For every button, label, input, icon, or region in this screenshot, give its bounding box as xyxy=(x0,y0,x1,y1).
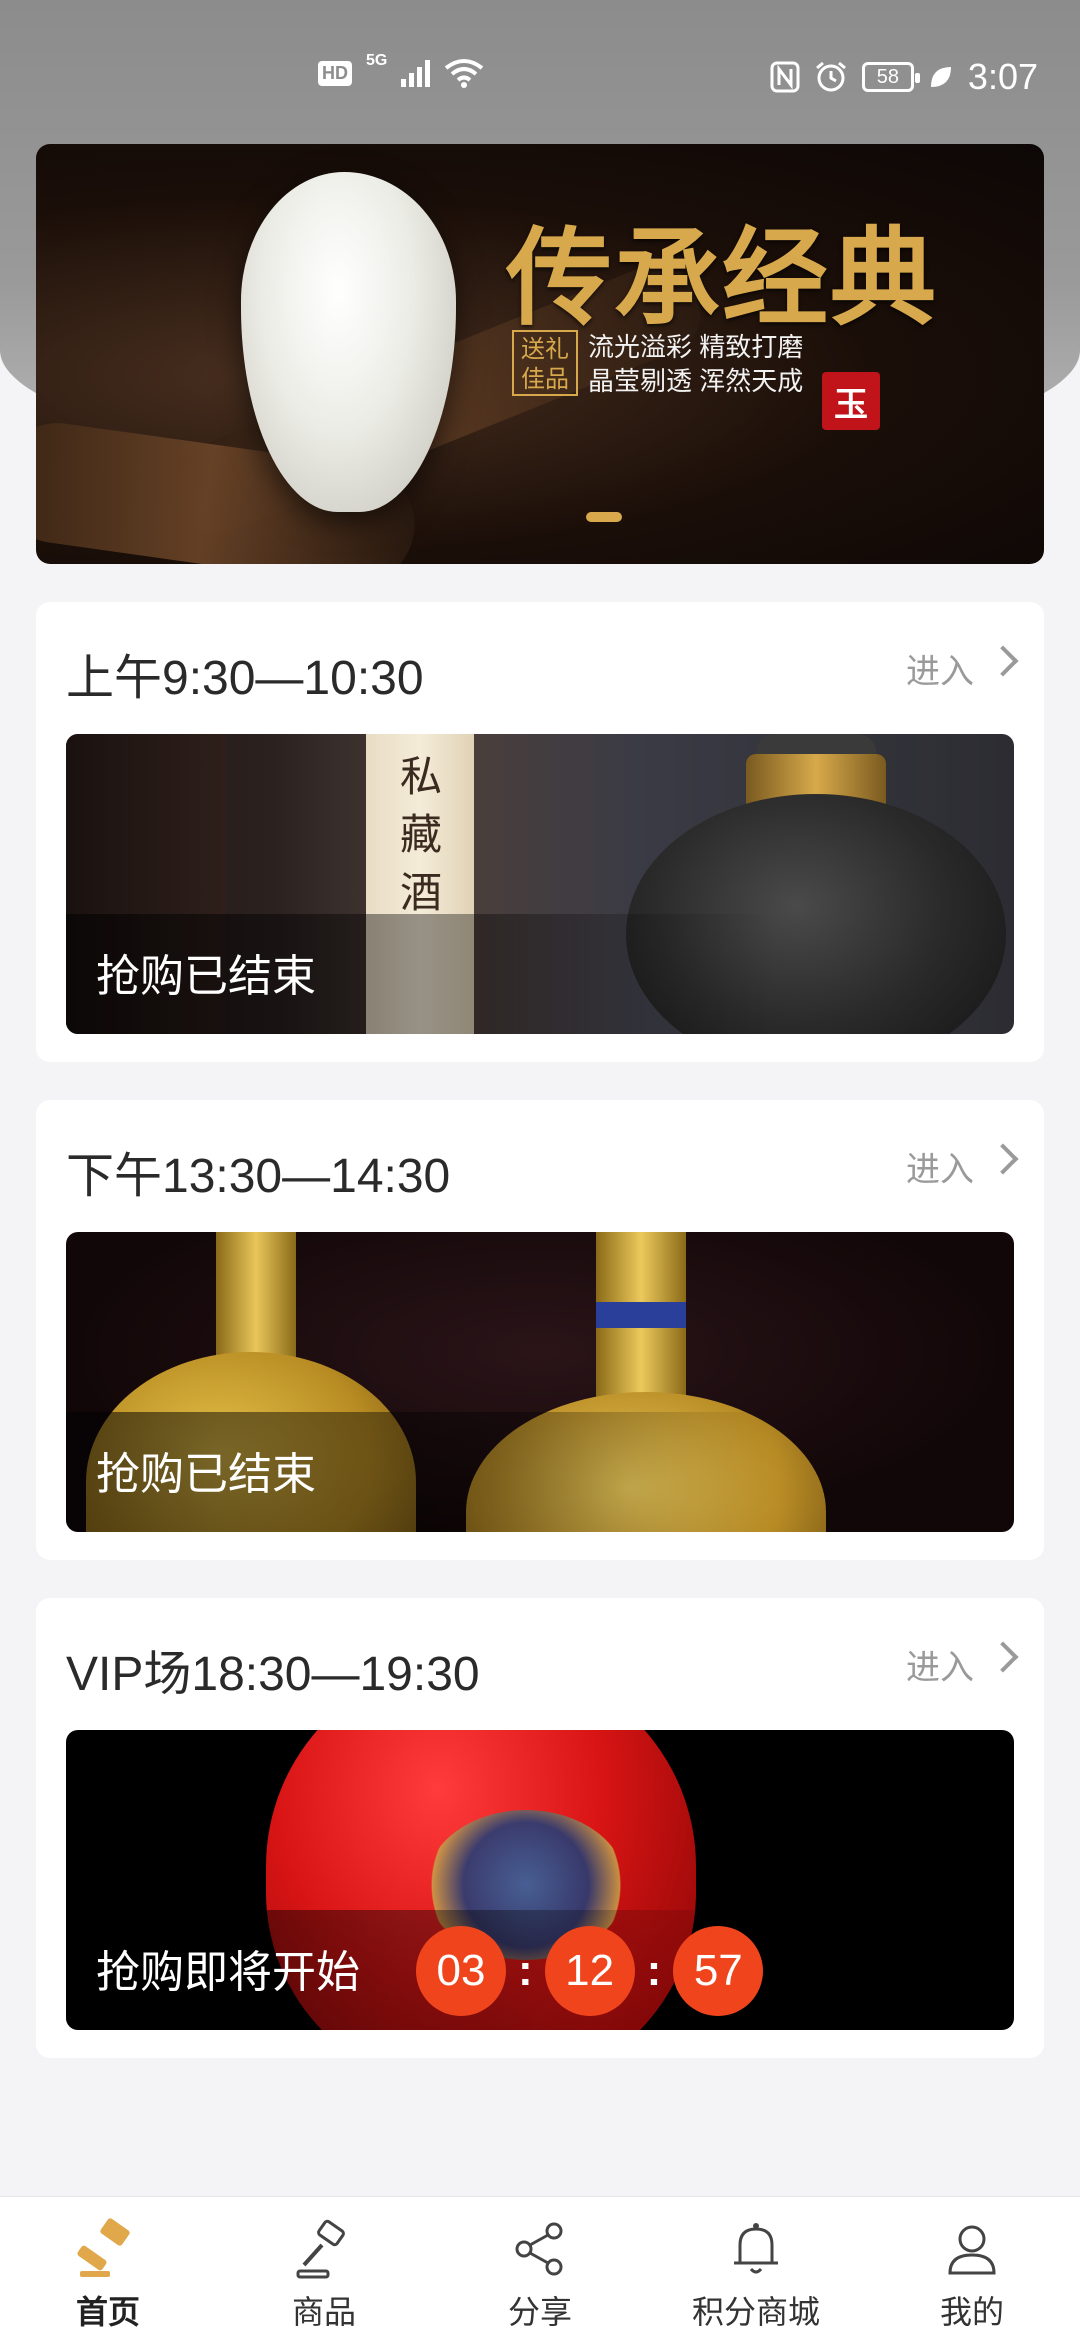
session-title: 上午9:30—10:30 xyxy=(66,652,424,705)
countdown-separator: : xyxy=(646,1946,662,1995)
countdown-seconds: 57 xyxy=(673,1926,764,2016)
nav-mine[interactable]: 我的 xyxy=(864,2197,1080,2340)
clock: 3:07 xyxy=(967,56,1038,97)
session-title: VIP场18:30—19:30 xyxy=(66,1648,480,1701)
carousel-indicator xyxy=(586,512,622,522)
status-right: 58 3:07 xyxy=(770,56,1038,98)
status-bar: HD 5G 58 3:07 xyxy=(0,0,1080,120)
bell-icon xyxy=(734,2223,778,2274)
hd-icon: HD xyxy=(318,60,352,86)
session-status: 抢购即将开始 xyxy=(96,1948,360,1997)
signal-icon xyxy=(401,59,431,87)
countdown-hours: 03 xyxy=(416,1926,506,2016)
nav-products[interactable]: 商品 xyxy=(216,2197,432,2340)
gavel-outline-icon xyxy=(296,2219,345,2279)
bottom-nav: 首页 商品 分享 积分商城 我的 xyxy=(0,2196,1080,2340)
chevron-right-icon[interactable] xyxy=(987,645,1019,677)
nav-label: 积分商城 xyxy=(691,2294,820,2330)
nav-home[interactable]: 首页 xyxy=(0,2197,216,2340)
enter-link[interactable]: 进入 xyxy=(906,644,974,693)
banner-subtitle-line2: 晶莹剔透 浑然天成 xyxy=(588,366,804,396)
nav-label: 商品 xyxy=(291,2294,356,2330)
session-header: VIP场18:30—19:30 进入 xyxy=(66,1634,1019,1701)
countdown-separator: : xyxy=(518,1946,533,1995)
session-image[interactable]: 私藏酒 抢购已结束 xyxy=(66,734,1014,1034)
user-icon xyxy=(948,2225,996,2275)
banner-subtitle: 流光溢彩 精致打磨 晶莹剔透 浑然天成 xyxy=(588,330,803,398)
nfc-icon xyxy=(770,61,800,93)
network-type: 5G xyxy=(366,52,388,69)
session-header: 下午13:30—14:30 进入 xyxy=(66,1136,1019,1203)
battery-level: 58 xyxy=(876,65,900,88)
enter-link[interactable]: 进入 xyxy=(906,1640,974,1689)
jade-pendant-image xyxy=(241,172,456,512)
nav-label: 我的 xyxy=(939,2294,1004,2330)
gift-badge: 送礼佳品 xyxy=(512,330,578,396)
bottle-band xyxy=(596,1302,686,1328)
chevron-right-icon[interactable] xyxy=(987,1641,1019,1673)
jade-seal: 玉 xyxy=(822,372,880,430)
status-left: HD 5G xyxy=(318,52,484,88)
enter-link[interactable]: 进入 xyxy=(906,1142,974,1191)
nav-share[interactable]: 分享 xyxy=(432,2197,648,2340)
nav-points-mall[interactable]: 积分商城 xyxy=(648,2197,864,2340)
banner-title: 传承经典 xyxy=(506,215,938,340)
share-icon xyxy=(515,2222,563,2276)
session-card-vip[interactable]: VIP场18:30—19:30 进入 抢购即将开始 03 : 12 : 57 xyxy=(36,1598,1044,2058)
session-card-afternoon[interactable]: 下午13:30—14:30 进入 抢购已结束 xyxy=(36,1100,1044,1560)
chevron-right-icon[interactable] xyxy=(987,1143,1019,1175)
nav-label: 首页 xyxy=(75,2294,140,2330)
promo-banner[interactable]: 传承经典 送礼佳品 流光溢彩 精致打磨 晶莹剔透 浑然天成 玉 xyxy=(36,144,1044,564)
gavel-icon xyxy=(77,2218,130,2277)
wifi-icon xyxy=(445,59,484,88)
wine-label-text: 私藏酒 xyxy=(399,752,442,917)
session-card-morning[interactable]: 上午9:30—10:30 进入 私藏酒 抢购已结束 xyxy=(36,602,1044,1062)
session-image[interactable]: 抢购已结束 xyxy=(66,1232,1014,1532)
countdown-minutes: 12 xyxy=(544,1926,635,2016)
session-title: 下午13:30—14:30 xyxy=(66,1150,451,1203)
session-status: 抢购已结束 xyxy=(96,952,316,1001)
session-status: 抢购已结束 xyxy=(96,1450,316,1499)
session-header: 上午9:30—10:30 进入 xyxy=(66,638,1019,705)
banner-subtitle-line1: 流光溢彩 精致打磨 xyxy=(588,332,804,362)
nav-label: 分享 xyxy=(507,2294,572,2330)
countdown-timer: 03 : 12 : 57 xyxy=(416,1926,764,2016)
leaf-icon xyxy=(930,67,951,87)
battery-icon: 58 xyxy=(861,62,920,92)
alarm-icon xyxy=(815,61,846,92)
session-image[interactable]: 抢购即将开始 03 : 12 : 57 xyxy=(66,1730,1014,2030)
